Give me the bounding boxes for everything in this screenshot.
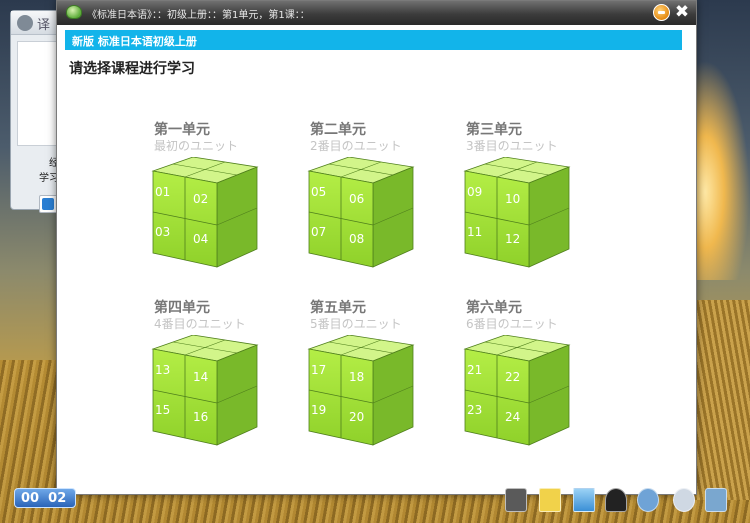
book-title: 新版 标准日本语初级上册 bbox=[72, 35, 197, 48]
unit-6: 第六单元 6番目のユニット 21 22 23 24 bbox=[463, 297, 586, 457]
lesson-07-button[interactable]: 07 bbox=[311, 225, 326, 239]
unit-title: 第四单元 bbox=[154, 300, 210, 316]
unit-title: 第一单元 bbox=[154, 122, 210, 138]
search-icon[interactable] bbox=[673, 488, 695, 512]
lesson-cube-graphic bbox=[463, 335, 571, 446]
lesson-19-button[interactable]: 19 bbox=[311, 403, 326, 417]
window-icon[interactable] bbox=[573, 488, 595, 512]
lesson-09-button[interactable]: 09 bbox=[467, 185, 482, 199]
lesson-08-button[interactable]: 08 bbox=[349, 232, 364, 246]
lesson-cube: 17 18 19 20 bbox=[307, 335, 417, 447]
lesson-18-button[interactable]: 18 bbox=[349, 370, 364, 384]
lesson-01-button[interactable]: 01 bbox=[155, 185, 170, 199]
lesson-cube: 09 10 11 12 bbox=[463, 157, 573, 269]
user-icon bbox=[42, 198, 54, 210]
unit-5: 第五单元 5番目のユニット 17 18 19 20 bbox=[307, 297, 430, 457]
clock-widget: 00 02 bbox=[14, 488, 76, 508]
lesson-selector-window: 《标准日本语》：：初级上册：：第1单元，第1课：： ✖ 新版 标准日本语初级上册… bbox=[56, 0, 697, 495]
lesson-cube: 01 02 03 04 bbox=[151, 157, 261, 269]
lesson-24-button[interactable]: 24 bbox=[505, 410, 520, 424]
user-icon[interactable] bbox=[605, 488, 627, 512]
unit-title: 第五单元 bbox=[310, 300, 366, 316]
unit-subtitle: 2番目のユニット bbox=[310, 139, 402, 153]
app-leaf-icon bbox=[66, 5, 82, 19]
lesson-11-button[interactable]: 11 bbox=[467, 225, 482, 239]
phone-icon[interactable] bbox=[705, 488, 727, 512]
clock-text: 00 02 bbox=[21, 491, 67, 506]
lesson-cube: 21 22 23 24 bbox=[463, 335, 573, 447]
binoculars-icon[interactable] bbox=[505, 488, 527, 512]
unit-1: 第一单元 最初のユニット 01 02 03 04 bbox=[151, 119, 274, 279]
lesson-17-button[interactable]: 17 bbox=[311, 363, 326, 377]
unit-4: 第四单元 4番目のユニット 13 14 15 16 bbox=[151, 297, 274, 457]
lesson-cube-graphic bbox=[307, 335, 415, 446]
lesson-cube-graphic bbox=[151, 335, 259, 446]
minimize-button[interactable] bbox=[653, 4, 670, 21]
unit-subtitle: 5番目のユニット bbox=[310, 317, 402, 331]
lesson-cube: 13 14 15 16 bbox=[151, 335, 261, 447]
background-window-title: 译 bbox=[37, 18, 51, 33]
unit-subtitle: 6番目のユニット bbox=[466, 317, 558, 331]
lesson-02-button[interactable]: 02 bbox=[193, 192, 208, 206]
lesson-cube-graphic bbox=[307, 157, 415, 268]
close-button[interactable]: ✖ bbox=[673, 3, 691, 21]
lesson-22-button[interactable]: 22 bbox=[505, 370, 520, 384]
unit-title: 第六单元 bbox=[466, 300, 522, 316]
notes-icon[interactable] bbox=[539, 488, 561, 512]
lesson-23-button[interactable]: 23 bbox=[467, 403, 482, 417]
page-prompt: 请选择课程进行学习 bbox=[69, 61, 195, 77]
lesson-15-button[interactable]: 15 bbox=[155, 403, 170, 417]
window-title: 《标准日本语》：：初级上册：：第1单元，第1课：： bbox=[87, 10, 310, 21]
unit-title: 第三单元 bbox=[466, 122, 522, 138]
unit-subtitle: 最初のユニット bbox=[154, 139, 239, 153]
unit-title: 第二单元 bbox=[310, 122, 366, 138]
lesson-13-button[interactable]: 13 bbox=[155, 363, 170, 377]
lesson-04-button[interactable]: 04 bbox=[193, 232, 208, 246]
lesson-10-button[interactable]: 10 bbox=[505, 192, 520, 206]
lesson-cube-graphic bbox=[151, 157, 259, 268]
lesson-06-button[interactable]: 06 bbox=[349, 192, 364, 206]
unit-subtitle: 3番目のユニット bbox=[466, 139, 558, 153]
lesson-21-button[interactable]: 21 bbox=[467, 363, 482, 377]
lesson-03-button[interactable]: 03 bbox=[155, 225, 170, 239]
desktop-dock bbox=[505, 484, 735, 516]
lesson-14-button[interactable]: 14 bbox=[193, 370, 208, 384]
cloud-icon[interactable] bbox=[637, 488, 659, 512]
book-banner: 新版 标准日本语初级上册 bbox=[65, 30, 682, 50]
lesson-cube-graphic bbox=[463, 157, 571, 268]
window-titlebar[interactable]: 《标准日本语》：：初级上册：：第1单元，第1课：： ✖ bbox=[57, 1, 696, 25]
lesson-12-button[interactable]: 12 bbox=[505, 232, 520, 246]
unit-subtitle: 4番目のユニット bbox=[154, 317, 246, 331]
unit-3: 第三单元 3番目のユニット 09 10 11 12 bbox=[463, 119, 586, 279]
unit-2: 第二单元 2番目のユニット 05 06 07 08 bbox=[307, 119, 430, 279]
lesson-20-button[interactable]: 20 bbox=[349, 410, 364, 424]
app-icon bbox=[17, 15, 33, 31]
lesson-16-button[interactable]: 16 bbox=[193, 410, 208, 424]
lesson-05-button[interactable]: 05 bbox=[311, 185, 326, 199]
lesson-cube: 05 06 07 08 bbox=[307, 157, 417, 269]
